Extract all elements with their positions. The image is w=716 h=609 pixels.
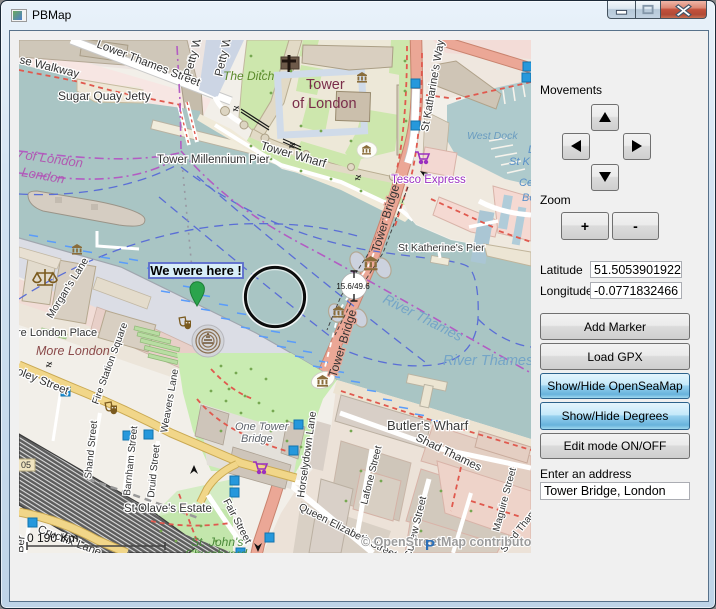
svg-text:15.6/49.6: 15.6/49.6 <box>336 282 370 291</box>
svg-text:St Katherine's Pier: St Katherine's Pier <box>398 242 485 254</box>
svg-text:St K: St K <box>509 156 530 168</box>
svg-text:The Ditch: The Ditch <box>223 69 275 83</box>
svg-text:of London: of London <box>292 96 357 112</box>
svg-text:Sugar Quay Jetty: Sugar Quay Jetty <box>58 89 151 103</box>
svg-text:River Thames: River Thames <box>443 353 531 369</box>
svg-text:West Dock: West Dock <box>467 130 518 142</box>
svg-text:Bridge: Bridge <box>241 433 273 445</box>
svg-text:Butler's Wharf: Butler's Wharf <box>387 418 469 433</box>
svg-text:Bo: Bo <box>522 192 531 204</box>
svg-text:05: 05 <box>21 460 31 470</box>
svg-text:P: P <box>425 537 435 553</box>
svg-text:More London: More London <box>36 344 110 358</box>
svg-text:re London Place: re London Place <box>19 327 97 339</box>
svg-text:One Tower: One Tower <box>235 421 290 433</box>
svg-text:Tesco Express: Tesco Express <box>391 174 466 186</box>
svg-text:Cen: Cen <box>519 177 531 189</box>
svg-text:Tower Millennium Pier: Tower Millennium Pier <box>157 154 270 166</box>
svg-text:We were here !: We were here ! <box>150 263 242 278</box>
svg-text:Churchyard: Churchyard <box>185 547 247 553</box>
svg-text:© OpenStreetMap contributors: © OpenStreetMap contributors <box>361 535 531 549</box>
svg-text:St Olave's Estate: St Olave's Estate <box>124 503 212 515</box>
svg-text:Tower: Tower <box>306 77 345 93</box>
svg-text:D: D <box>528 144 531 156</box>
svg-text:0 190 Km: 0 190 Km <box>27 531 78 545</box>
